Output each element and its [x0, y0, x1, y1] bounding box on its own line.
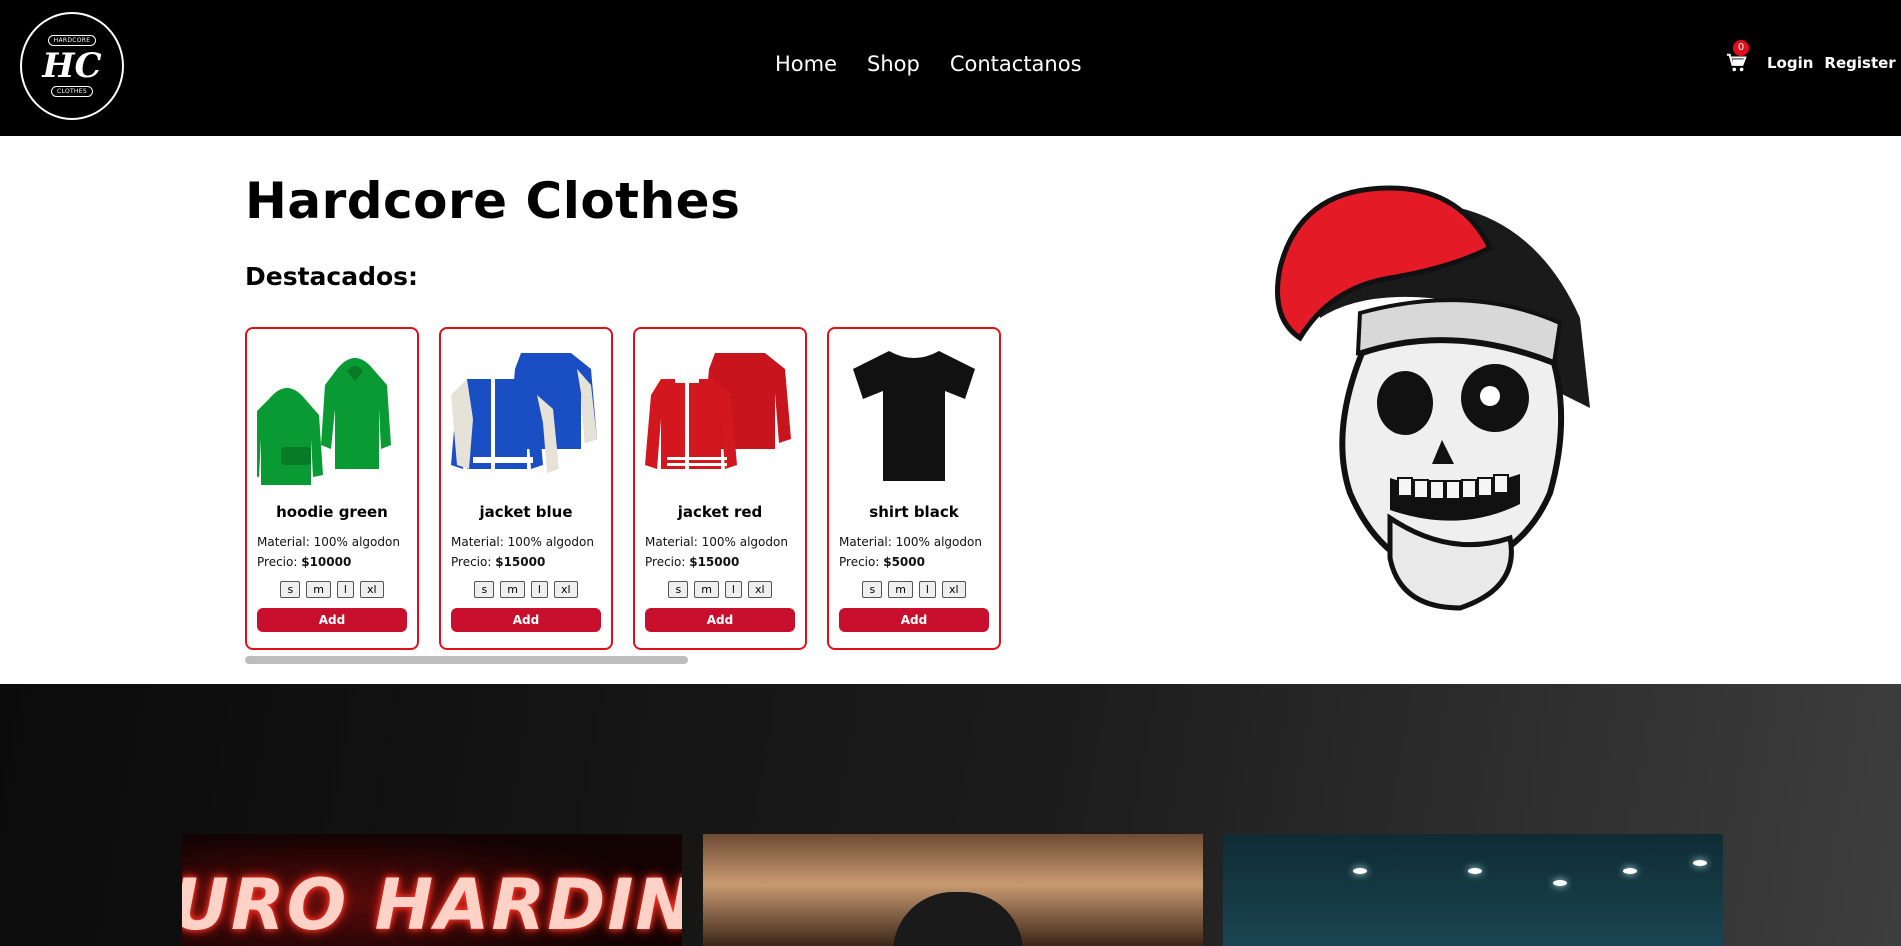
size-m-button[interactable]: m	[888, 581, 913, 598]
top-navbar: HARDCORE HC CLOTHES Home Shop Contactano…	[0, 0, 1901, 136]
nav-contact[interactable]: Contactanos	[950, 52, 1082, 76]
product-price: Precio: $15000	[645, 555, 740, 569]
product-card: jacket red Material: 100% algodon Precio…	[633, 327, 807, 650]
gallery-image-store-interior[interactable]	[1223, 834, 1723, 946]
gallery-image-portrait[interactable]	[703, 834, 1203, 946]
skull-cap-illustration	[1275, 185, 1590, 611]
add-to-cart-button[interactable]: Add	[839, 608, 989, 632]
product-material: Material: 100% algodon	[257, 535, 400, 549]
login-link[interactable]: Login	[1767, 54, 1813, 72]
size-s-button[interactable]: s	[474, 581, 495, 598]
logo-bottom-ribbon: CLOTHES	[51, 86, 93, 97]
cart-count-badge: 0	[1733, 40, 1749, 56]
product-name: jacket blue	[479, 503, 573, 521]
nav-home[interactable]: Home	[775, 52, 837, 76]
neon-sign-graphic: URO HARDINCE	[182, 864, 682, 946]
size-m-button[interactable]: m	[306, 581, 331, 598]
product-price: Precio: $5000	[839, 555, 925, 569]
register-link[interactable]: Register	[1824, 54, 1895, 72]
ceiling-light	[1553, 880, 1567, 886]
product-price: Precio: $10000	[257, 555, 352, 569]
product-material: Material: 100% algodon	[451, 535, 594, 549]
size-xl-button[interactable]: xl	[941, 581, 966, 598]
size-m-button[interactable]: m	[500, 581, 525, 598]
size-l-button[interactable]: l	[336, 581, 354, 598]
auth-links: Login Register	[1767, 54, 1896, 72]
hoodie-icon	[257, 358, 391, 485]
logo-top-ribbon: HARDCORE	[47, 35, 97, 46]
product-card: hoodie green Material: 100% algodon Prec…	[245, 327, 419, 650]
size-xl-button[interactable]: xl	[359, 581, 384, 598]
size-options: s m l xl	[451, 581, 601, 598]
logo-monogram: HC	[42, 46, 102, 86]
main-nav: Home Shop Contactanos	[775, 52, 1082, 76]
product-name: jacket red	[677, 503, 763, 521]
ceiling-light	[1468, 868, 1482, 874]
size-l-button[interactable]: l	[530, 581, 548, 598]
ceiling-light	[1623, 868, 1637, 874]
add-to-cart-button[interactable]: Add	[451, 608, 601, 632]
size-l-button[interactable]: l	[724, 581, 742, 598]
size-xl-button[interactable]: xl	[553, 581, 578, 598]
size-options: s m l xl	[839, 581, 989, 598]
size-options: s m l xl	[257, 581, 407, 598]
product-card: shirt black Material: 100% algodon Preci…	[827, 327, 1001, 650]
product-name: shirt black	[869, 503, 959, 521]
product-name: hoodie green	[276, 503, 388, 521]
page-title: Hardcore Clothes	[245, 172, 741, 230]
jacket-icon	[645, 353, 791, 469]
jacket-icon	[451, 353, 597, 473]
size-l-button[interactable]: l	[918, 581, 936, 598]
add-to-cart-button[interactable]: Add	[645, 608, 795, 632]
add-to-cart-button[interactable]: Add	[257, 608, 407, 632]
tshirt-icon	[853, 351, 975, 481]
size-m-button[interactable]: m	[694, 581, 719, 598]
size-s-button[interactable]: s	[280, 581, 301, 598]
product-material: Material: 100% algodon	[645, 535, 788, 549]
size-xl-button[interactable]: xl	[747, 581, 772, 598]
size-options: s m l xl	[645, 581, 795, 598]
featured-products-carousel: hoodie green Material: 100% algodon Prec…	[245, 327, 1001, 650]
ceiling-light	[1693, 860, 1707, 866]
size-s-button[interactable]: s	[862, 581, 883, 598]
gallery-image-neon-sign[interactable]: URO HARDINCE	[182, 834, 682, 946]
product-card: jacket blue Material: 100% algodon Preci…	[439, 327, 613, 650]
carousel-scrollbar[interactable]	[245, 656, 688, 664]
product-price: Precio: $15000	[451, 555, 546, 569]
cap-graphic	[893, 892, 1023, 946]
gallery-section: URO HARDINCE	[0, 684, 1901, 946]
featured-heading: Destacados:	[245, 262, 419, 291]
product-material: Material: 100% algodon	[839, 535, 982, 549]
size-s-button[interactable]: s	[668, 581, 689, 598]
nav-shop[interactable]: Shop	[867, 52, 920, 76]
brand-logo[interactable]: HARDCORE HC CLOTHES	[20, 12, 124, 120]
ceiling-light	[1353, 868, 1367, 874]
